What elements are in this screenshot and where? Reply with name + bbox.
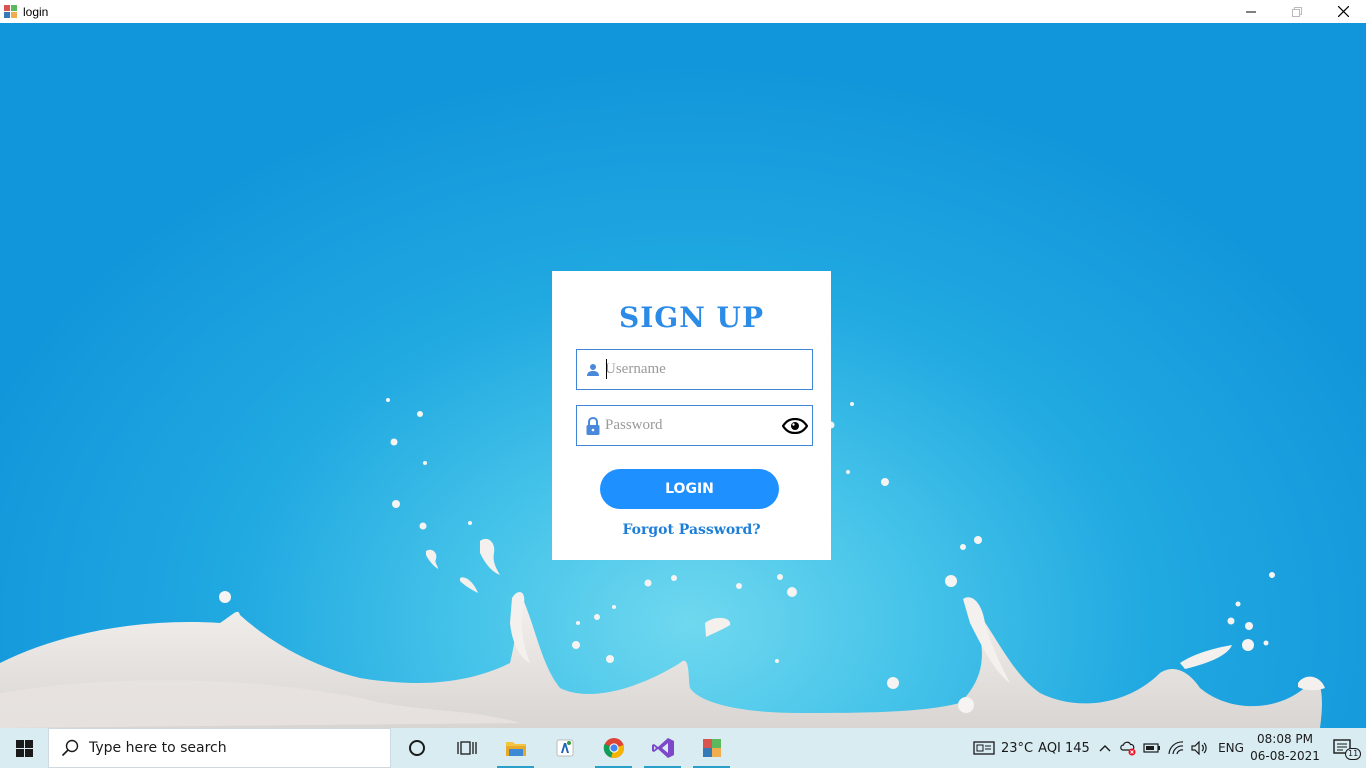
taskbar-search-box[interactable]: Type here to search	[48, 728, 391, 768]
visual-studio-icon	[651, 738, 674, 758]
winforms-app-icon	[702, 739, 721, 757]
file-explorer-button[interactable]	[491, 728, 540, 768]
background-image: SIGN UP LOGIN Forgot Password?	[0, 23, 1366, 728]
battery-icon[interactable]	[1140, 728, 1164, 768]
volume-icon[interactable]	[1188, 728, 1212, 768]
login-card: SIGN UP LOGIN Forgot Password?	[552, 271, 831, 560]
system-tray: 23°C AQI 145 ENG 08:08 PM 06-08-2021 11	[968, 728, 1366, 768]
close-button[interactable]	[1320, 0, 1366, 23]
search-placeholder: Type here to search	[89, 740, 227, 756]
window-title: login	[23, 4, 49, 19]
clock-date: 06-08-2021	[1250, 749, 1320, 763]
minimize-button[interactable]	[1228, 0, 1274, 23]
forgot-password-link[interactable]: Forgot Password?	[552, 522, 831, 538]
air-quality[interactable]: AQI 145	[1034, 728, 1094, 768]
weather-temp[interactable]: 23°C	[1000, 728, 1034, 768]
show-hidden-icons-chevron-up-icon[interactable]	[1094, 728, 1116, 768]
search-icon	[61, 739, 79, 757]
show-password-eye-icon[interactable]	[781, 415, 809, 437]
windows-logo-icon	[15, 739, 33, 757]
notification-badge: 11	[1345, 748, 1362, 760]
visual-studio-button[interactable]	[638, 728, 687, 768]
lock-icon	[585, 416, 601, 436]
start-button[interactable]	[0, 728, 48, 768]
username-input[interactable]	[605, 354, 775, 385]
username-field[interactable]	[576, 349, 813, 390]
password-field[interactable]	[576, 405, 813, 446]
login-button[interactable]: LOGIN	[600, 469, 779, 509]
password-input[interactable]	[605, 410, 775, 441]
app-launcher-icon	[556, 739, 573, 757]
weather-widget-icon[interactable]	[968, 728, 1000, 768]
cortana-button[interactable]	[392, 728, 442, 768]
wifi-icon[interactable]	[1164, 728, 1188, 768]
app-launcher-button[interactable]	[540, 728, 589, 768]
cloud-sync-error-icon[interactable]	[1116, 728, 1140, 768]
folder-icon	[505, 742, 526, 756]
taskbar: Type here to search 23°C AQI 145 ENG 08:…	[0, 728, 1366, 768]
news-icon	[973, 741, 995, 755]
clock-time: 08:08 PM	[1257, 732, 1313, 746]
close-icon	[1337, 6, 1349, 17]
maximize-button[interactable]	[1274, 0, 1320, 23]
task-view-icon	[456, 741, 477, 755]
app-icon	[4, 5, 17, 18]
title-bar: login	[0, 0, 1366, 23]
restore-icon	[1292, 6, 1302, 17]
page-title: SIGN UP	[618, 301, 765, 334]
winforms-app-button[interactable]	[687, 728, 736, 768]
chrome-icon	[603, 738, 624, 758]
input-language[interactable]: ENG	[1212, 728, 1250, 768]
clock[interactable]: 08:08 PM 06-08-2021	[1250, 728, 1320, 768]
text-cursor	[606, 359, 607, 379]
action-center-button[interactable]: 11	[1320, 728, 1366, 768]
user-icon	[585, 360, 601, 380]
task-view-button[interactable]	[442, 728, 491, 768]
cortana-circle-icon	[409, 740, 425, 756]
chrome-button[interactable]	[589, 728, 638, 768]
minimize-icon	[1246, 11, 1256, 12]
